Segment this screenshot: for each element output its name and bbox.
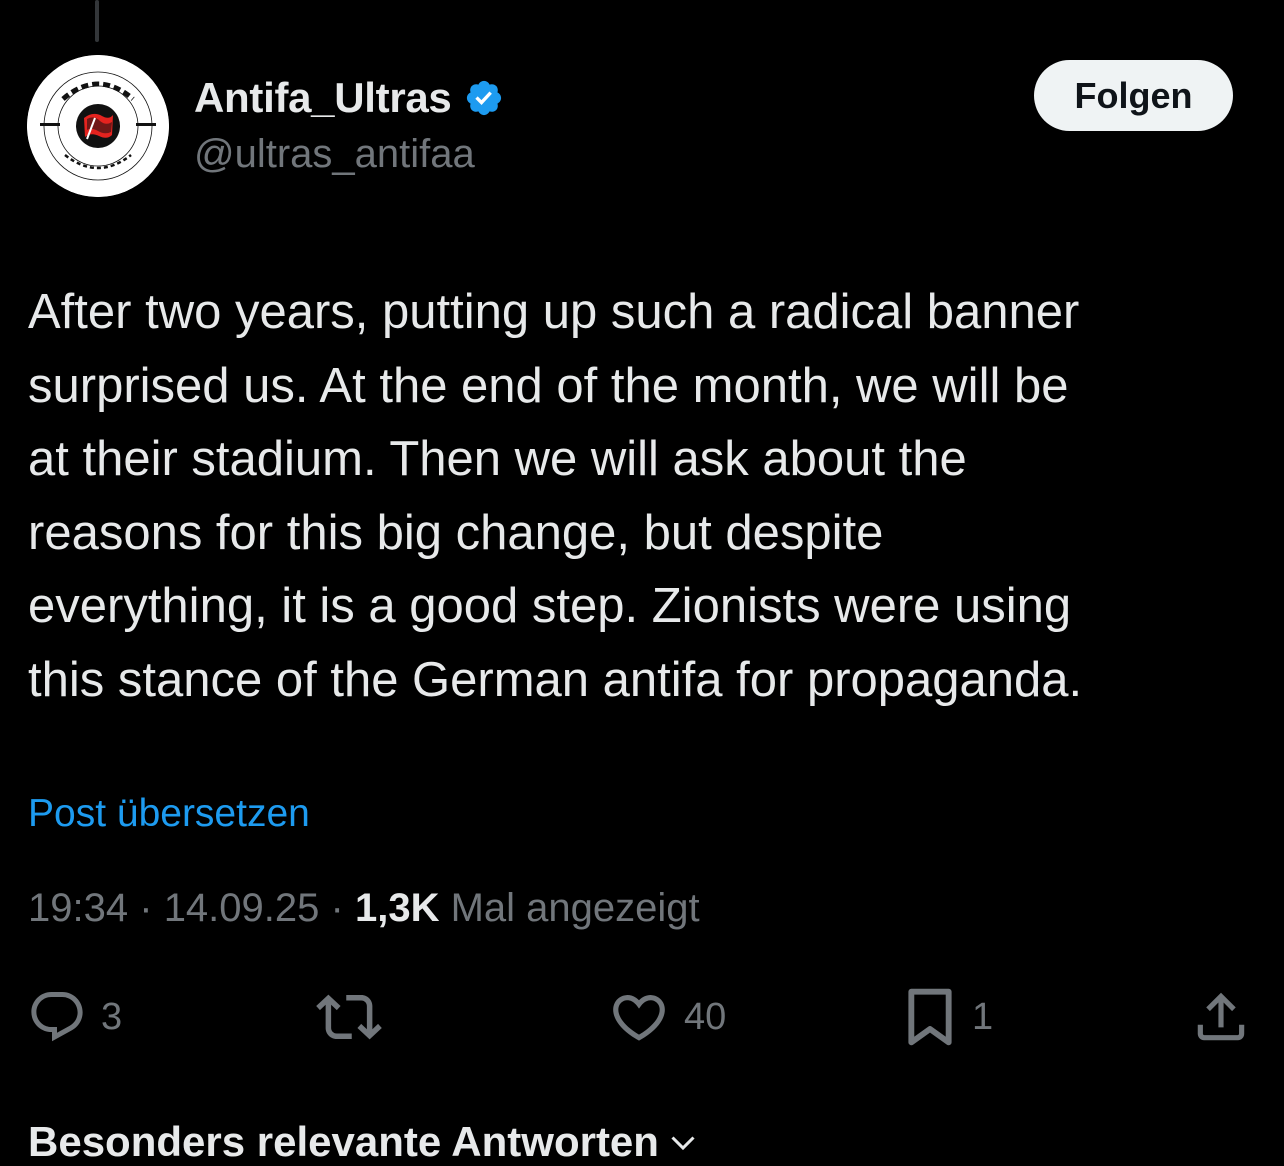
bookmark-count: 1: [972, 995, 994, 1038]
author-row: Antifa_Ultras: [194, 72, 504, 124]
meta-separator: ·: [139, 886, 153, 930]
like-button[interactable]: 40: [608, 985, 726, 1049]
chevron-down-icon: [671, 1136, 695, 1151]
heart-icon: [613, 995, 665, 1041]
post-text: After two years, putting up such a radic…: [28, 285, 1083, 707]
post-time[interactable]: 19:34: [28, 886, 128, 930]
translate-post-link[interactable]: Post übersetzen: [28, 792, 310, 836]
reply-icon: [31, 992, 83, 1042]
bookmark-button[interactable]: 1: [902, 985, 993, 1049]
reply-count: 3: [101, 995, 123, 1038]
views-count[interactable]: 1,3K: [355, 886, 440, 930]
thread-connector-line: [95, 0, 99, 42]
repost-button[interactable]: [316, 985, 382, 1049]
bookmark-icon: [908, 988, 952, 1046]
replies-sort-heading[interactable]: Besonders relevante Antworten: [28, 1118, 701, 1166]
post-meta: 19:34 · 14.09.25 · 1,3K Mal angezeigt: [28, 886, 700, 931]
reply-button[interactable]: 3: [27, 985, 122, 1049]
post-date[interactable]: 14.09.25: [164, 886, 320, 930]
like-count: 40: [684, 995, 727, 1038]
views-label: Mal angezeigt: [450, 886, 700, 930]
avatar[interactable]: [27, 55, 169, 197]
share-icon: [1197, 992, 1245, 1041]
post-action-bar: 3 40 1: [0, 985, 1284, 1049]
replies-sort-label: Besonders relevante Antworten: [28, 1118, 659, 1165]
share-button[interactable]: [1190, 985, 1252, 1049]
repost-icon: [316, 994, 382, 1040]
verified-badge-icon[interactable]: [464, 78, 504, 118]
follow-button[interactable]: Folgen: [1034, 60, 1233, 131]
author-handle[interactable]: @ultras_antifaa: [194, 132, 475, 177]
author-display-name[interactable]: Antifa_Ultras: [194, 74, 452, 122]
antifa-ultras-logo-icon: [27, 55, 169, 197]
meta-separator: ·: [330, 886, 344, 930]
